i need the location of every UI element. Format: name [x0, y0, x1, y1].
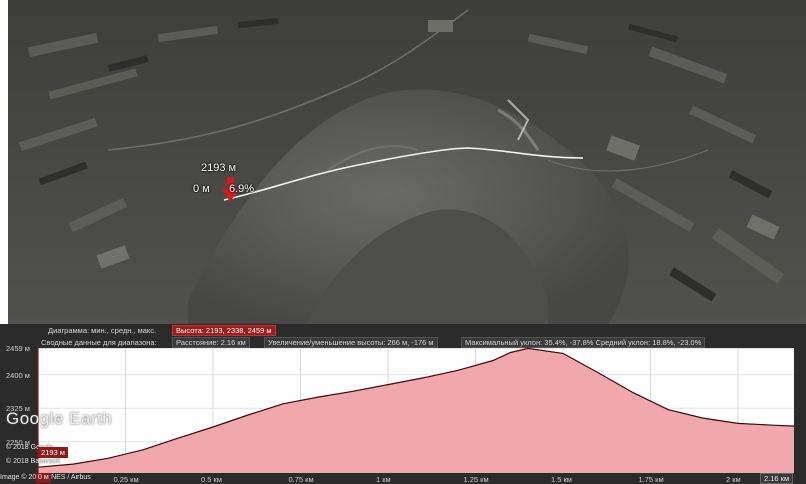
- end-distance-badge: 2.16 км: [760, 473, 794, 484]
- marker-slope-label: 6.9%: [229, 183, 255, 195]
- slope-box[interactable]: Максимальный уклон: 35.4%, -37.8% Средни…: [461, 337, 706, 348]
- profile-header-row-2: Сводные данные для диапазона: Расстояние…: [0, 337, 806, 348]
- elevation-chart[interactable]: [0, 348, 806, 484]
- diagram-label: Диаграмма: мин., средн., макс.: [48, 326, 157, 335]
- x-tick-label: 1.5 км: [551, 475, 572, 484]
- y-tick-label: 2459 м: [6, 344, 30, 354]
- satellite-terrain: [8, 0, 806, 324]
- cursor-value-badge: 2193 м: [38, 447, 68, 458]
- summary-label: Сводные данные для диапазона:: [41, 338, 157, 347]
- elevation-summary-box[interactable]: Высота: 2193, 2338, 2459 м: [172, 325, 276, 336]
- x-tick-label: 2 км: [726, 475, 741, 484]
- x-tick-label: 0.5 км: [201, 475, 222, 484]
- x-tick-label: 0.75 км: [288, 475, 314, 484]
- distance-box[interactable]: Расстояние: 2.16 км: [172, 337, 250, 348]
- map-view[interactable]: 2193 м 0 м 6.9%: [8, 0, 806, 324]
- x-tick-label: 1 км: [376, 475, 391, 484]
- x-tick-label: 1.25 км: [463, 475, 489, 484]
- marker-elevation-label: 2193 м: [201, 162, 237, 174]
- marker-distance-label: 0 м: [193, 183, 210, 195]
- elevation-gain-box[interactable]: Увеличение/уменьшение высоты: 266 м, -17…: [264, 337, 438, 348]
- y-tick-label: 2400 м: [6, 370, 30, 380]
- google-earth-logo: Google Earth: [6, 409, 113, 428]
- cursor-x-badge: 0 м: [36, 473, 51, 483]
- x-tick-label: 1.75 км: [638, 475, 664, 484]
- x-tick-label: 0.25 км: [113, 475, 139, 484]
- profile-header-row-1: Диаграмма: мин., средн., макс. Высота: 2…: [0, 325, 806, 336]
- credit-basarsoft: © 2018 Basarsoft: [6, 458, 61, 465]
